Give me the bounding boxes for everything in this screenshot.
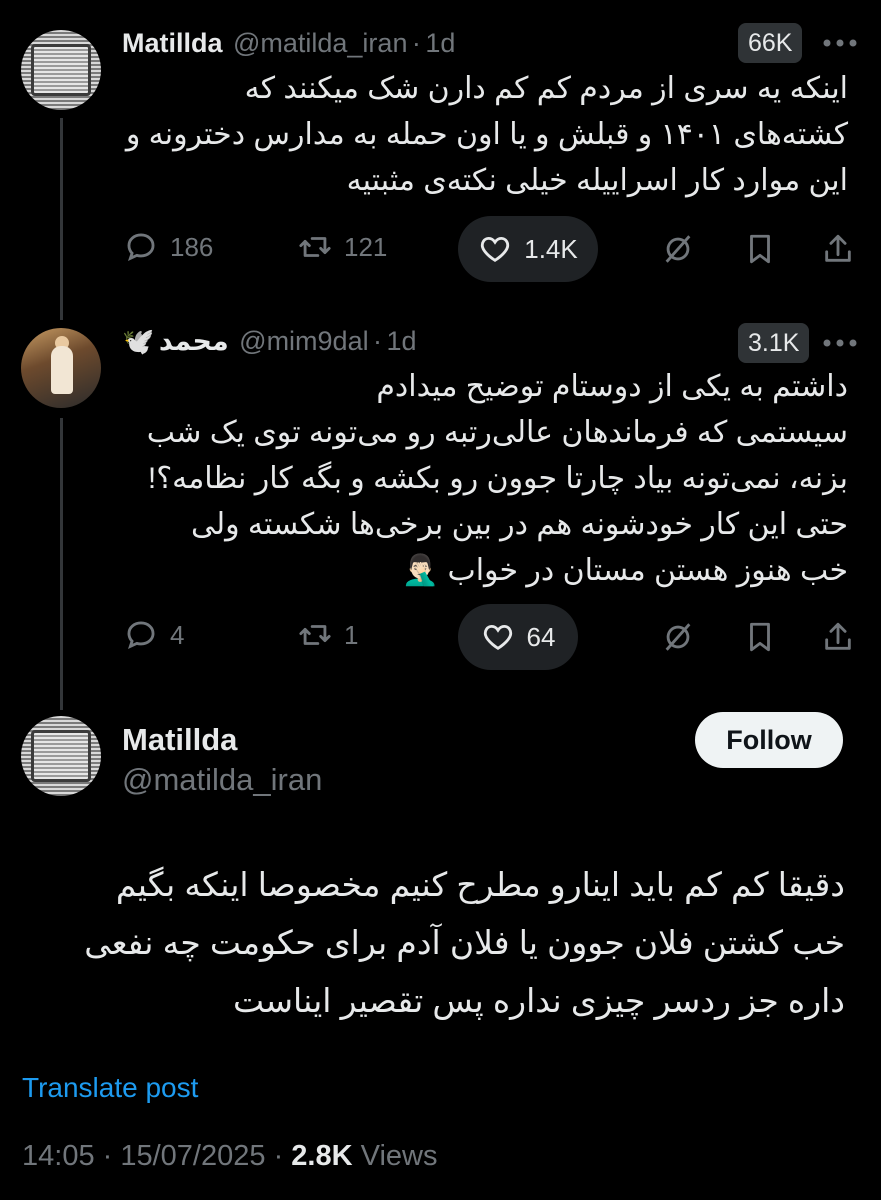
thread-line bbox=[60, 418, 63, 710]
like-button[interactable]: 64 bbox=[458, 604, 578, 670]
author-handle[interactable]: @matilda_iran bbox=[233, 28, 408, 58]
repost-icon bbox=[299, 625, 331, 645]
reply-count: 186 bbox=[170, 231, 214, 262]
views-badge: 66K bbox=[738, 23, 803, 63]
tweet-header: 🕊️ محمد @mim9dal · 1d bbox=[122, 326, 417, 357]
like-count: 1.4K bbox=[524, 233, 578, 264]
avatar[interactable] bbox=[21, 716, 101, 796]
tweet-text: اینکه یه سری از مردم کم کم دارن شک میکنن… bbox=[125, 72, 848, 197]
views-badge: 3.1K bbox=[738, 323, 810, 363]
tweet-text: داشتم به یکی از دوستام توضیح میدادم سیست… bbox=[146, 370, 848, 587]
tweet-date[interactable]: 15/07/2025 bbox=[120, 1140, 265, 1172]
dot-separator: · bbox=[411, 28, 421, 58]
tweet-header: Matillda @matilda_iran · 1d bbox=[122, 28, 455, 59]
translate-link[interactable]: Translate post bbox=[22, 1072, 198, 1104]
repost-button[interactable]: 121 bbox=[298, 230, 387, 264]
more-icon[interactable] bbox=[822, 38, 858, 48]
follow-button[interactable]: Follow bbox=[695, 712, 843, 768]
author-name[interactable]: Matillda bbox=[122, 722, 237, 758]
reply-button[interactable]: 4 bbox=[124, 618, 184, 652]
heart-icon bbox=[483, 624, 512, 650]
reply-icon bbox=[127, 233, 155, 261]
avatar[interactable] bbox=[21, 30, 101, 110]
tweet-time[interactable]: 14:05 bbox=[22, 1140, 95, 1172]
dot-separator: · bbox=[102, 1140, 121, 1172]
reply-icon bbox=[127, 621, 155, 649]
tweet-age[interactable]: 1d bbox=[425, 28, 455, 58]
views-count: 2.8K bbox=[291, 1140, 353, 1172]
share-icon[interactable] bbox=[821, 232, 855, 266]
reply-count: 4 bbox=[170, 619, 185, 650]
grok-icon[interactable] bbox=[661, 232, 695, 266]
views-label: Views bbox=[360, 1140, 438, 1172]
tweet-age[interactable]: 1d bbox=[387, 326, 417, 356]
author-handle[interactable]: @matilda_iran bbox=[122, 762, 322, 798]
dot-separator: · bbox=[273, 1140, 292, 1172]
like-button[interactable]: 1.4K bbox=[458, 216, 598, 282]
author-name[interactable]: Matillda bbox=[122, 28, 223, 58]
tweet-text: دقیقا کم کم باید اینارو مطرح کنیم مخصوصا… bbox=[84, 866, 845, 1019]
thread-line bbox=[60, 118, 63, 320]
dot-separator: · bbox=[373, 326, 383, 356]
like-count: 64 bbox=[526, 621, 556, 652]
repost-count: 1 bbox=[344, 619, 359, 650]
heart-icon bbox=[481, 236, 510, 262]
grok-icon[interactable] bbox=[661, 620, 695, 654]
share-icon[interactable] bbox=[821, 620, 855, 654]
tweet-meta: 14:05 · 15/07/2025 · 2.8K Views bbox=[22, 1140, 437, 1173]
bookmark-icon[interactable] bbox=[743, 620, 777, 654]
reply-button[interactable]: 186 bbox=[124, 230, 213, 264]
repost-count: 121 bbox=[344, 231, 388, 262]
author-handle[interactable]: @mim9dal bbox=[239, 326, 368, 356]
repost-icon bbox=[299, 237, 331, 257]
avatar[interactable] bbox=[21, 328, 101, 408]
repost-button[interactable]: 1 bbox=[298, 618, 358, 652]
more-icon[interactable] bbox=[822, 338, 858, 348]
bookmark-icon[interactable] bbox=[743, 232, 777, 266]
dove-emoji: 🕊️ bbox=[122, 326, 155, 356]
author-name[interactable]: محمد bbox=[159, 326, 229, 356]
